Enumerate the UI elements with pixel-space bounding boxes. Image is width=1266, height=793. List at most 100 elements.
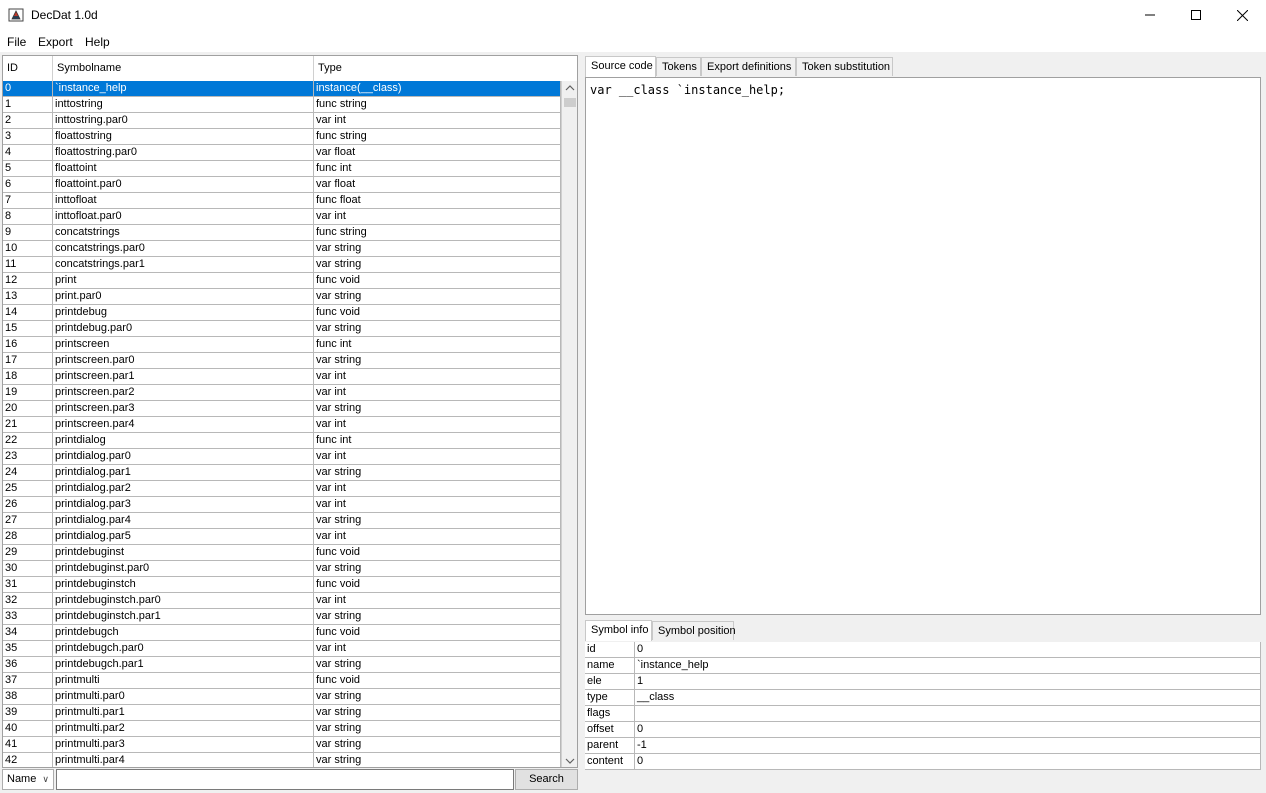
scrollbar-thumb[interactable]	[564, 98, 576, 107]
column-header-symbolname[interactable]: Symbolname	[53, 56, 314, 81]
cell-type: func int	[314, 433, 561, 449]
table-row[interactable]: 18 printscreen.par1 var int	[3, 369, 561, 385]
table-row[interactable]: 10 concatstrings.par0 var string	[3, 241, 561, 257]
cell-type: var int	[314, 529, 561, 545]
close-icon	[1236, 9, 1248, 21]
tab-source-code[interactable]: Source code	[585, 56, 656, 77]
table-row[interactable]: 12 print func void	[3, 273, 561, 289]
table-row[interactable]: 40 printmulti.par2 var string	[3, 721, 561, 737]
table-row[interactable]: 20 printscreen.par3 var string	[3, 401, 561, 417]
table-row[interactable]: 14 printdebug func void	[3, 305, 561, 321]
cell-symbolname: printmulti.par4	[53, 753, 314, 767]
table-row[interactable]: 8 inttofloat.par0 var int	[3, 209, 561, 225]
table-row[interactable]: 41 printmulti.par3 var string	[3, 737, 561, 753]
symbol-table: ID Symbolname Type 0 `instance_help instan…	[2, 55, 578, 768]
table-row[interactable]: 24 printdialog.par1 var string	[3, 465, 561, 481]
cell-symbolname: inttostring.par0	[53, 113, 314, 129]
tab-symbol-info[interactable]: Symbol info	[585, 620, 652, 641]
cell-type: var int	[314, 497, 561, 513]
scroll-up-icon[interactable]	[565, 84, 575, 92]
tab-token-substitution[interactable]: Token substitution	[796, 57, 893, 76]
table-row[interactable]: 3 floattostring func string	[3, 129, 561, 145]
table-row[interactable]: 15 printdebug.par0 var string	[3, 321, 561, 337]
table-row[interactable]: 26 printdialog.par3 var int	[3, 497, 561, 513]
source-code-editor[interactable]: var __class `instance_help;	[585, 77, 1261, 615]
cell-id: 5	[3, 161, 53, 177]
cell-type: var int	[314, 209, 561, 225]
table-row[interactable]: 33 printdebuginstch.par1 var string	[3, 609, 561, 625]
table-row[interactable]: 22 printdialog func int	[3, 433, 561, 449]
cell-symbolname: print.par0	[53, 289, 314, 305]
title-bar: DecDat 1.0d	[0, 0, 1266, 30]
table-row[interactable]: 29 printdebuginst func void	[3, 545, 561, 561]
column-header-id[interactable]: ID	[3, 56, 53, 81]
table-row[interactable]: 23 printdialog.par0 var int	[3, 449, 561, 465]
cell-symbolname: printscreen.par3	[53, 401, 314, 417]
tab-export-definitions[interactable]: Export definitions	[701, 57, 796, 76]
maximize-button[interactable]	[1173, 0, 1219, 30]
table-row[interactable]: 25 printdialog.par2 var int	[3, 481, 561, 497]
minimize-button[interactable]	[1127, 0, 1173, 30]
cell-id: 24	[3, 465, 53, 481]
search-button[interactable]: Search	[515, 769, 578, 790]
table-row[interactable]: 9 concatstrings func string	[3, 225, 561, 241]
cell-type: var string	[314, 561, 561, 577]
tab-symbol-position[interactable]: Symbol position	[652, 621, 736, 640]
menu-file[interactable]: File	[7, 35, 26, 49]
cell-type: var string	[314, 609, 561, 625]
table-row[interactable]: 42 printmulti.par4 var string	[3, 753, 561, 767]
search-input[interactable]	[56, 769, 514, 790]
cell-type: var string	[314, 401, 561, 417]
table-row[interactable]: 1 inttostring func string	[3, 97, 561, 113]
search-mode-select[interactable]: Name ∨	[2, 769, 54, 790]
table-scrollbar[interactable]	[561, 81, 577, 767]
cell-type: var string	[314, 241, 561, 257]
cell-id: 28	[3, 529, 53, 545]
info-key: parent	[585, 738, 635, 754]
cell-type: func string	[314, 129, 561, 145]
close-button[interactable]	[1219, 0, 1265, 30]
table-row[interactable]: 11 concatstrings.par1 var string	[3, 257, 561, 273]
tab-tokens[interactable]: Tokens	[656, 57, 701, 76]
table-row[interactable]: 30 printdebuginst.par0 var string	[3, 561, 561, 577]
cell-id: 36	[3, 657, 53, 673]
cell-id: 3	[3, 129, 53, 145]
table-row[interactable]: 31 printdebuginstch func void	[3, 577, 561, 593]
info-key: type	[585, 690, 635, 706]
table-row[interactable]: 0 `instance_help instance(__class)	[3, 81, 561, 97]
table-row[interactable]: 39 printmulti.par1 var string	[3, 705, 561, 721]
table-row[interactable]: 34 printdebugch func void	[3, 625, 561, 641]
table-row[interactable]: 17 printscreen.par0 var string	[3, 353, 561, 369]
cell-id: 29	[3, 545, 53, 561]
cell-symbolname: printdebuginstch	[53, 577, 314, 593]
table-row[interactable]: 2 inttostring.par0 var int	[3, 113, 561, 129]
cell-type: var string	[314, 753, 561, 767]
table-row[interactable]: 6 floattoint.par0 var float	[3, 177, 561, 193]
cell-symbolname: printmulti	[53, 673, 314, 689]
table-row[interactable]: 32 printdebuginstch.par0 var int	[3, 593, 561, 609]
scroll-down-icon[interactable]	[565, 757, 575, 765]
table-row[interactable]: 13 print.par0 var string	[3, 289, 561, 305]
cell-id: 10	[3, 241, 53, 257]
table-row[interactable]: 21 printscreen.par4 var int	[3, 417, 561, 433]
table-row[interactable]: 19 printscreen.par2 var int	[3, 385, 561, 401]
table-row[interactable]: 28 printdialog.par5 var int	[3, 529, 561, 545]
table-row[interactable]: 37 printmulti func void	[3, 673, 561, 689]
chevron-down-icon: ∨	[42, 774, 49, 784]
info-row: content 0	[585, 754, 1261, 770]
menu-export[interactable]: Export	[38, 35, 73, 49]
cell-symbolname: floattoint	[53, 161, 314, 177]
table-row[interactable]: 36 printdebugch.par1 var string	[3, 657, 561, 673]
info-row: id 0	[585, 642, 1261, 658]
table-row[interactable]: 16 printscreen func int	[3, 337, 561, 353]
cell-type: var float	[314, 145, 561, 161]
column-header-type[interactable]: Type	[314, 56, 563, 81]
table-row[interactable]: 38 printmulti.par0 var string	[3, 689, 561, 705]
cell-symbolname: printdialog.par3	[53, 497, 314, 513]
table-row[interactable]: 27 printdialog.par4 var string	[3, 513, 561, 529]
menu-help[interactable]: Help	[85, 35, 110, 49]
table-row[interactable]: 7 inttofloat func float	[3, 193, 561, 209]
table-row[interactable]: 35 printdebugch.par0 var int	[3, 641, 561, 657]
table-row[interactable]: 4 floattostring.par0 var float	[3, 145, 561, 161]
table-row[interactable]: 5 floattoint func int	[3, 161, 561, 177]
